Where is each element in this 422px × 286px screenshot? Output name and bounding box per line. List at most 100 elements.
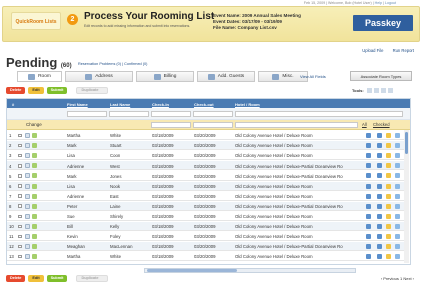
last-name-cell[interactable]: Shirely — [110, 214, 123, 219]
first-name-cell[interactable]: Mark — [67, 174, 77, 179]
info-icon[interactable] — [395, 133, 400, 138]
person-edit-icon[interactable] — [32, 203, 37, 209]
last-name-filter[interactable] — [109, 111, 149, 117]
next-page-link[interactable]: Next › — [403, 276, 414, 281]
person-edit-icon[interactable] — [32, 173, 37, 179]
room-type-icon[interactable] — [366, 234, 371, 239]
hotel-room-cell[interactable]: Old Colony Avenue Hotel / Deluxe-Partial… — [235, 174, 343, 179]
first-name-cell[interactable]: Lisa — [67, 153, 75, 158]
document-icon[interactable] — [25, 183, 30, 189]
room-type-icon[interactable] — [366, 153, 371, 159]
table-row[interactable]: 4 Adrienne West 03/18/2009 03/20/2009 Old Col… — [7, 161, 405, 171]
first-name-cell[interactable]: Kevin — [67, 234, 78, 239]
info-icon[interactable] — [395, 234, 400, 239]
note-icon[interactable] — [386, 153, 391, 159]
check-in-cell[interactable]: 03/18/2009 — [152, 214, 174, 219]
document-icon[interactable] — [25, 203, 30, 209]
info-icon[interactable] — [395, 163, 400, 169]
row-checkbox[interactable] — [18, 143, 22, 148]
info-icon[interactable] — [395, 254, 400, 260]
document-icon[interactable] — [25, 143, 30, 149]
table-row[interactable]: 9 Sue Shirely 03/18/2009 03/20/2009 Old Colon… — [7, 212, 405, 221]
horizontal-scrollbar[interactable] — [144, 268, 356, 273]
table-row[interactable]: 10 Bill Kelly 03/18/2009 03/20/2009 Old Colon… — [7, 221, 405, 232]
last-name-cell[interactable]: Laine — [110, 204, 121, 209]
associate-room-types-button[interactable]: Associate Room Types — [350, 71, 412, 81]
previous-page-link[interactable]: ‹ Previous — [381, 276, 399, 281]
info-icon[interactable] — [395, 143, 400, 149]
check-in-cell[interactable]: 03/18/2009 — [152, 184, 174, 189]
room-type-icon[interactable] — [366, 133, 371, 138]
column-header-check-out[interactable]: Check-out — [194, 102, 214, 107]
note-icon[interactable] — [386, 203, 391, 209]
note-icon[interactable] — [386, 173, 391, 179]
first-name-cell[interactable]: Adrienne — [67, 194, 84, 199]
tab-billing[interactable]: Billing — [136, 71, 194, 82]
check-out-cell[interactable]: 03/20/2009 — [194, 164, 216, 169]
filter-icon[interactable] — [366, 88, 372, 94]
person-edit-icon[interactable] — [32, 193, 37, 199]
info-icon[interactable] — [395, 153, 400, 159]
person-edit-icon[interactable] — [32, 223, 37, 229]
last-name-cell[interactable]: MacLennan — [110, 244, 132, 249]
document-icon[interactable] — [25, 163, 30, 169]
document-icon[interactable] — [25, 223, 30, 229]
check-in-cell[interactable]: 03/18/2009 — [152, 224, 174, 229]
note-icon[interactable] — [386, 254, 391, 260]
note-icon[interactable] — [386, 183, 391, 189]
last-name-cell[interactable]: East — [110, 194, 119, 199]
check-out-cell[interactable]: 03/20/2009 — [194, 133, 216, 138]
last-name-cell[interactable]: Kelly — [110, 224, 119, 229]
row-checkbox[interactable] — [18, 224, 22, 229]
view-icon[interactable] — [377, 234, 382, 239]
row-checkbox[interactable] — [18, 194, 22, 198]
check-out-cell[interactable]: 03/20/2009 — [194, 254, 216, 259]
room-type-icon[interactable] — [366, 213, 371, 219]
last-name-cell[interactable]: White — [110, 254, 121, 259]
room-type-icon[interactable] — [366, 254, 371, 260]
note-icon[interactable] — [386, 213, 391, 219]
check-in-cell[interactable]: 03/18/2009 — [152, 174, 174, 179]
note-icon[interactable] — [386, 234, 391, 239]
room-type-icon[interactable] — [366, 193, 371, 199]
help-link[interactable]: Help — [375, 1, 382, 5]
column-header-hotel-room[interactable]: Hotel / Room — [235, 102, 260, 107]
logout-link[interactable]: Logout — [385, 1, 396, 5]
table-row[interactable]: 3 Lisa Coon 03/18/2009 03/20/2009 Old Colony … — [7, 151, 405, 161]
change-hotel-room-select[interactable] — [235, 122, 358, 128]
table-row[interactable]: 2 Mark Stuart 03/18/2009 03/20/2009 Old Colon… — [7, 141, 405, 151]
horizontal-scroll-thumb[interactable] — [147, 269, 237, 272]
row-checkbox[interactable] — [18, 153, 22, 158]
first-name-cell[interactable]: Adrienne — [67, 164, 84, 169]
tab-add-guests[interactable]: Add. Guests — [197, 71, 255, 82]
column-header-last-name[interactable]: Last Name — [110, 102, 130, 107]
person-edit-icon[interactable] — [32, 153, 37, 159]
hotel-room-cell[interactable]: Old Colony Avenue Hotel / Deluxe Room — [235, 234, 313, 239]
confirmed-link[interactable]: Confirmed (0) — [124, 62, 147, 66]
delete-button-bottom[interactable]: Delete — [6, 275, 26, 282]
check-out-filter[interactable] — [193, 111, 233, 117]
view-all-fields-link[interactable]: View All Fields — [300, 74, 326, 79]
vertical-scroll-thumb[interactable] — [405, 132, 408, 154]
room-type-icon[interactable] — [366, 183, 371, 189]
check-out-cell[interactable]: 03/20/2009 — [194, 204, 216, 209]
check-out-cell[interactable]: 03/20/2009 — [194, 224, 216, 229]
hotel-room-filter[interactable] — [235, 111, 403, 117]
document-icon[interactable] — [25, 173, 30, 179]
first-name-cell[interactable]: Mark — [67, 143, 77, 148]
info-icon[interactable] — [395, 213, 400, 219]
row-checkbox[interactable] — [18, 234, 22, 239]
check-in-cell[interactable]: 03/18/2009 — [152, 194, 174, 199]
last-name-cell[interactable]: White — [110, 133, 121, 138]
check-out-cell[interactable]: 03/20/2009 — [194, 174, 216, 179]
view-icon[interactable] — [377, 244, 382, 250]
tab-room[interactable]: Room — [17, 71, 62, 82]
change-check-in-input[interactable] — [151, 122, 191, 128]
check-out-cell[interactable]: 03/20/2009 — [194, 153, 216, 158]
sort-icon[interactable] — [373, 88, 379, 94]
run-report-link[interactable]: Run Report — [393, 48, 414, 53]
first-name-cell[interactable]: Peter — [67, 204, 77, 209]
view-icon[interactable] — [377, 254, 382, 260]
last-name-cell[interactable]: Coon — [110, 153, 120, 158]
print-icon[interactable] — [387, 88, 393, 94]
